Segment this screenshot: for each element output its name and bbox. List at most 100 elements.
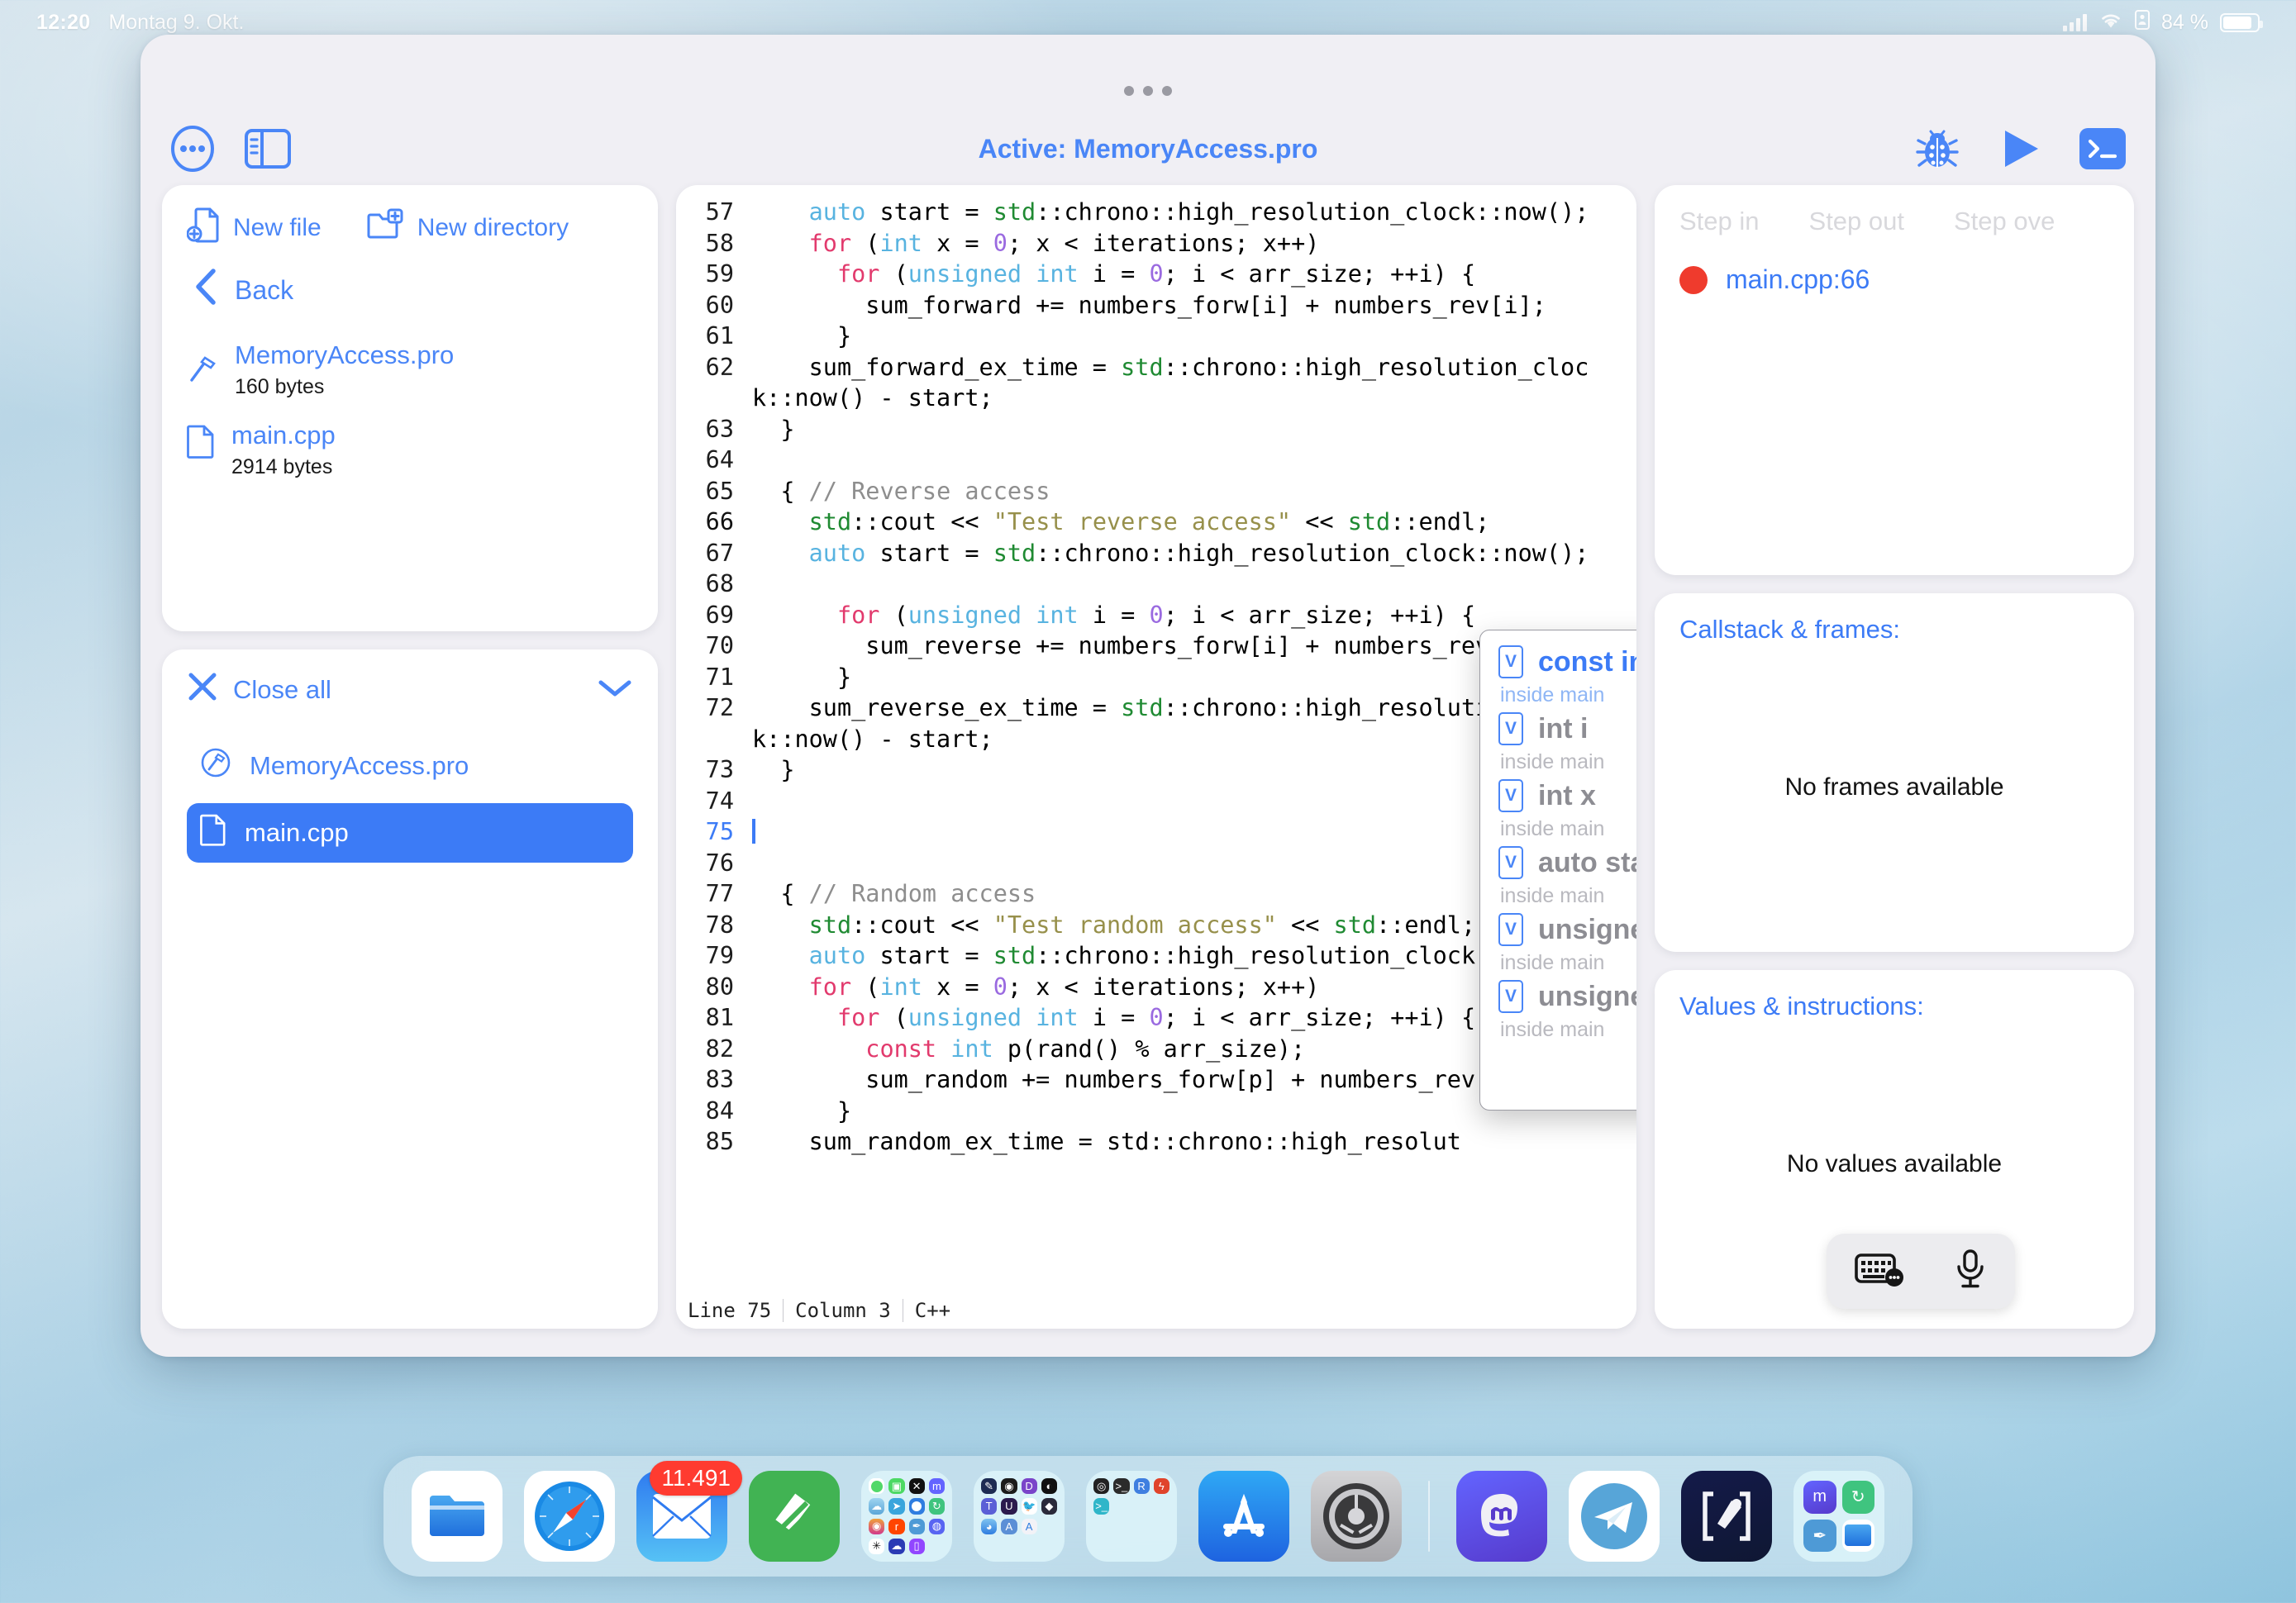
dictation-mic-icon[interactable] (1954, 1249, 1987, 1294)
window-grabber[interactable] (1124, 86, 1172, 96)
line-number[interactable]: 79 (676, 940, 752, 972)
debug-bug-icon[interactable] (1914, 126, 1960, 172)
code-line[interactable]: 68 (676, 568, 1636, 600)
resize-handle[interactable] (207, 1550, 245, 1588)
code-line[interactable]: 60 sum_forward += numbers_forw[i] + numb… (676, 290, 1636, 321)
code-line[interactable]: 65 { // Reverse access (676, 476, 1636, 507)
line-number[interactable]: 66 (676, 507, 752, 538)
keyboard-options-icon[interactable] (1855, 1250, 1906, 1292)
line-number[interactable]: 63 (676, 414, 752, 445)
code-editor[interactable]: 57 auto start = std::chrono::high_resolu… (676, 185, 1636, 1329)
code-line[interactable]: 67 auto start = std::chrono::high_resolu… (676, 538, 1636, 569)
run-play-icon[interactable] (1997, 126, 2043, 172)
line-text[interactable]: } (752, 321, 1636, 352)
back-button[interactable]: Back (193, 268, 633, 312)
new-directory-button[interactable]: New directory (366, 208, 569, 248)
line-text[interactable]: auto start = std::chrono::high_resolutio… (752, 538, 1636, 569)
code-line[interactable]: 63 } (676, 414, 1636, 445)
autocomplete-item[interactable]: Vunsigned int sum_random (1480, 977, 1636, 1015)
line-number[interactable]: 83 (676, 1064, 752, 1096)
line-text[interactable]: sum_forward_ex_time = std::chrono::high_… (752, 352, 1636, 414)
step-out-button[interactable]: Step out (1809, 207, 1904, 236)
line-number[interactable]: 85 (676, 1126, 752, 1158)
code-line[interactable]: 66 std::cout << "Test reverse access" <<… (676, 507, 1636, 538)
dock-app-files[interactable] (412, 1471, 503, 1562)
line-number[interactable]: 64 (676, 445, 752, 476)
line-number[interactable]: 82 (676, 1034, 752, 1065)
dock-folder-terminal[interactable]: ◎ >_ R ϟ >_ (1086, 1471, 1177, 1562)
line-number[interactable]: 71 (676, 662, 752, 693)
autocomplete-popup[interactable]: Vconst int p inside main Vint i inside main… (1479, 630, 1636, 1111)
line-text[interactable] (752, 445, 1636, 476)
code-line[interactable]: 57 auto start = std::chrono::high_resolu… (676, 197, 1636, 228)
line-number[interactable]: 78 (676, 910, 752, 941)
autocomplete-list[interactable]: Vconst int p inside main Vint i inside main… (1480, 630, 1636, 1044)
code-line[interactable]: 59 for (unsigned int i = 0; i < arr_size… (676, 259, 1636, 290)
step-over-button[interactable]: Step ove (1954, 207, 2055, 236)
close-all-button[interactable]: Close all (187, 671, 331, 709)
chevron-down-icon[interactable] (597, 678, 633, 703)
autocomplete-item[interactable]: Vconst int p (1480, 642, 1636, 680)
file-row-project[interactable]: MemoryAccess.pro 160 bytes (187, 340, 633, 399)
line-text[interactable]: sum_forward += numbers_forw[i] + numbers… (752, 290, 1636, 321)
autocomplete-item[interactable]: Vunsigned int i (1480, 910, 1636, 948)
dock-app-settings[interactable] (1311, 1471, 1402, 1562)
line-number[interactable]: 69 (676, 600, 752, 631)
more-options-icon[interactable] (170, 125, 215, 173)
line-number[interactable]: 77 (676, 878, 752, 910)
open-file-row-main[interactable]: main.cpp (187, 803, 633, 863)
code-line[interactable]: 58 for (int x = 0; x < iterations; x++) (676, 228, 1636, 259)
line-number[interactable]: 73 (676, 754, 752, 786)
line-text[interactable] (752, 568, 1636, 600)
line-number[interactable]: 58 (676, 228, 752, 259)
line-number[interactable]: 60 (676, 290, 752, 321)
line-text[interactable]: std::cout << "Test reverse access" << st… (752, 507, 1636, 538)
code-line[interactable]: 69 for (unsigned int i = 0; i < arr_size… (676, 600, 1636, 631)
line-number[interactable]: 65 (676, 476, 752, 507)
line-number[interactable]: 80 (676, 972, 752, 1003)
terminal-icon[interactable] (2079, 128, 2126, 169)
dock-app-safari[interactable] (524, 1471, 615, 1562)
dock-app-appstore[interactable] (1198, 1471, 1289, 1562)
open-file-row-project[interactable]: MemoryAccess.pro (187, 737, 633, 795)
dock-app-mastodon[interactable] (1456, 1471, 1547, 1562)
dock-folder-social[interactable]: ▣ ✕ m ☁ ➤ ↻ ◉ r ✒ ◍ ✳ ☁ ▯ (861, 1471, 952, 1562)
line-number[interactable]: 62 (676, 352, 752, 414)
autocomplete-item[interactable]: Vauto start (1480, 843, 1636, 881)
line-text[interactable]: { // Reverse access (752, 476, 1636, 507)
step-in-button[interactable]: Step in (1679, 207, 1760, 236)
line-number[interactable]: 72 (676, 692, 752, 754)
toggle-sidebar-icon[interactable] (245, 129, 291, 169)
line-text[interactable]: for (int x = 0; x < iterations; x++) (752, 228, 1636, 259)
line-number[interactable]: 74 (676, 786, 752, 817)
line-number[interactable]: 68 (676, 568, 752, 600)
code-line[interactable]: 64 (676, 445, 1636, 476)
line-text[interactable]: auto start = std::chrono::high_resolutio… (752, 197, 1636, 228)
line-text[interactable]: for (unsigned int i = 0; i < arr_size; +… (752, 600, 1636, 631)
dock-app-telegram[interactable] (1569, 1471, 1660, 1562)
file-row-main[interactable]: main.cpp 2914 bytes (187, 421, 633, 479)
autocomplete-item[interactable]: Vint i (1480, 709, 1636, 747)
code-line[interactable]: 62 sum_forward_ex_time = std::chrono::hi… (676, 352, 1636, 414)
line-number[interactable]: 57 (676, 197, 752, 228)
new-file-button[interactable]: New file (186, 207, 322, 250)
breakpoint-row[interactable]: main.cpp:66 (1679, 264, 2109, 295)
autocomplete-item[interactable]: Vint x (1480, 776, 1636, 814)
line-number[interactable]: 75 (676, 816, 752, 848)
code-line[interactable]: 85 sum_random_ex_time = std::chrono::hig… (676, 1126, 1636, 1158)
line-number[interactable]: 67 (676, 538, 752, 569)
dock-app-code-ide[interactable] (1681, 1471, 1772, 1562)
line-text[interactable]: sum_random_ex_time = std::chrono::high_r… (752, 1126, 1636, 1158)
dock-folder-recent[interactable]: m ↻ ✒ (1793, 1471, 1884, 1562)
line-number[interactable]: 61 (676, 321, 752, 352)
code-line[interactable]: 61 } (676, 321, 1636, 352)
line-number[interactable]: 81 (676, 1002, 752, 1034)
line-number[interactable]: 59 (676, 259, 752, 290)
line-number[interactable]: 76 (676, 848, 752, 879)
line-number[interactable]: 84 (676, 1096, 752, 1127)
dock-app-mail[interactable]: 11.491 (636, 1461, 742, 1562)
dock-folder-dev[interactable]: ✎ ◉ D ◐ T U 🐦 ◆ ◕ A A (974, 1471, 1065, 1562)
line-text[interactable]: for (unsigned int i = 0; i < arr_size; +… (752, 259, 1636, 290)
line-text[interactable]: } (752, 414, 1636, 445)
line-number[interactable]: 70 (676, 630, 752, 662)
